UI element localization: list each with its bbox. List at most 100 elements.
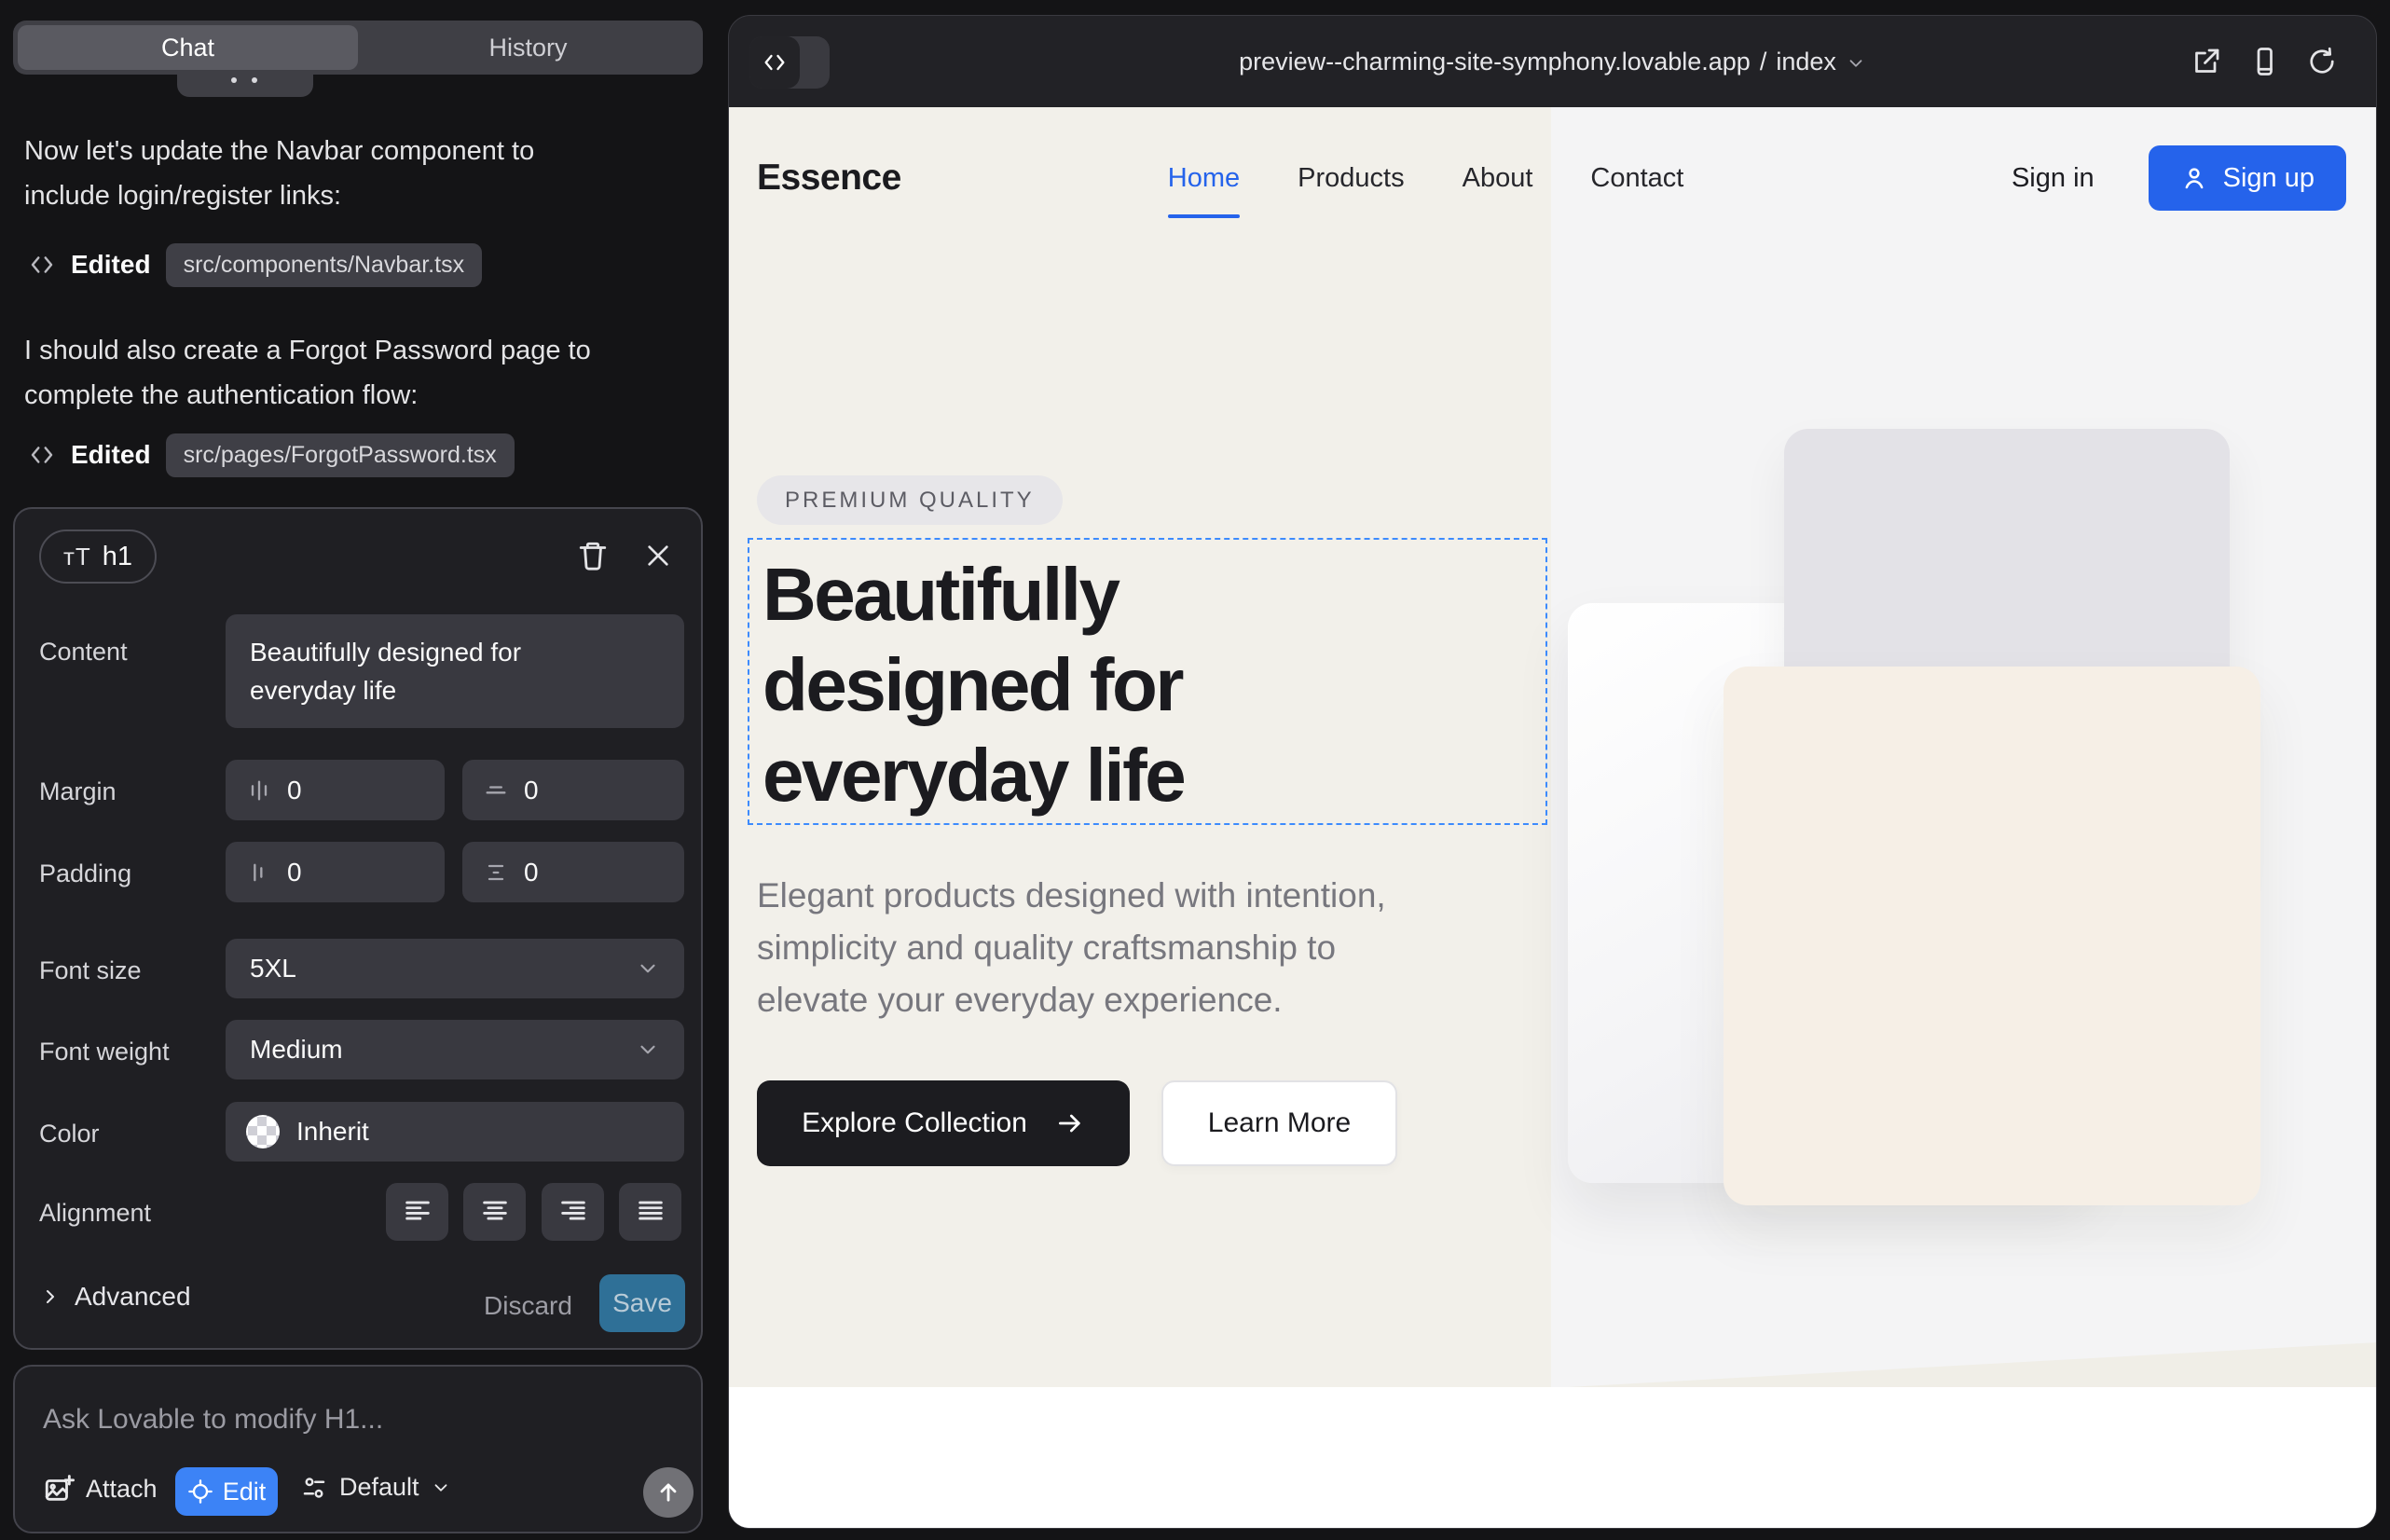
composer-toolbar: Attach Edit Default xyxy=(15,1465,701,1518)
chevron-down-icon xyxy=(636,956,660,981)
padding-x-icon xyxy=(246,859,272,886)
hero-description: Elegant products designed with intention… xyxy=(757,870,1386,1026)
edited-label: Edited xyxy=(71,440,151,470)
site-logo[interactable]: Essence xyxy=(757,158,901,199)
nav-link-products[interactable]: Products xyxy=(1298,163,1404,194)
align-center-button[interactable] xyxy=(463,1183,526,1241)
file-chip[interactable]: src/components/Navbar.tsx xyxy=(166,243,483,287)
preview-url[interactable]: preview--charming-site-symphony.lovable.… xyxy=(1239,48,1751,76)
close-panel-button[interactable] xyxy=(638,535,679,576)
person-icon xyxy=(2180,164,2208,192)
content-input[interactable]: Beautifully designed for everyday life xyxy=(226,614,684,728)
image-plus-icon xyxy=(43,1473,75,1505)
sign-in-link[interactable]: Sign in xyxy=(2012,163,2095,194)
code-icon xyxy=(28,441,56,469)
url-bar: preview--charming-site-symphony.lovable.… xyxy=(729,16,2376,107)
hero-cta-row: Explore Collection Learn More xyxy=(757,1080,1397,1166)
tab-history[interactable]: History xyxy=(358,25,698,70)
site-navbar: Essence Home Products About Contact Sign… xyxy=(757,107,2346,249)
app-root: Chat History Now let's update the Navbar… xyxy=(0,0,2390,1540)
content-label: Content xyxy=(39,638,128,667)
font-weight-select[interactable]: Medium xyxy=(226,1020,684,1079)
edit-mode-button[interactable]: Edit xyxy=(175,1467,278,1516)
chat-message: I should also create a Forgot Password p… xyxy=(24,328,621,418)
preview-browser: preview--charming-site-symphony.lovable.… xyxy=(728,15,2377,1529)
selection-outline: Beautifully designed for everyday life xyxy=(748,538,1547,825)
chat-composer: Ask Lovable to modify H1... Attach Edit … xyxy=(13,1365,703,1533)
margin-y-icon xyxy=(483,777,509,804)
color-label: Color xyxy=(39,1120,100,1148)
nav-link-home[interactable]: Home xyxy=(1168,163,1240,194)
explore-collection-button[interactable]: Explore Collection xyxy=(757,1080,1130,1166)
align-right-icon xyxy=(557,1196,589,1228)
composer-input[interactable]: Ask Lovable to modify H1... xyxy=(43,1404,383,1436)
model-selector[interactable]: Default xyxy=(300,1473,451,1502)
clipped-message-pill xyxy=(177,75,313,97)
site-viewport: Essence Home Products About Contact Sign… xyxy=(729,107,2376,1528)
chevron-down-icon xyxy=(1846,53,1866,74)
padding-y-input[interactable]: 0 xyxy=(462,842,684,902)
align-justify-button[interactable] xyxy=(619,1183,681,1241)
trash-icon xyxy=(577,540,609,571)
align-left-icon xyxy=(402,1196,433,1228)
close-icon xyxy=(643,541,673,571)
hero-badge: PREMIUM QUALITY xyxy=(757,475,1063,525)
edited-file-row: Edited src/components/Navbar.tsx xyxy=(28,241,482,289)
discard-button[interactable]: Discard xyxy=(484,1282,564,1330)
alignment-label: Alignment xyxy=(39,1199,151,1228)
browser-actions xyxy=(2190,45,2339,78)
refresh-button[interactable] xyxy=(2305,45,2339,78)
chevron-down-icon xyxy=(431,1478,451,1498)
align-center-icon xyxy=(479,1196,511,1228)
hero-decor-beige-rect xyxy=(1724,667,2260,1205)
delete-element-button[interactable] xyxy=(572,535,613,576)
sign-up-button[interactable]: Sign up xyxy=(2149,145,2346,211)
code-toggle-segment[interactable] xyxy=(749,36,800,89)
arrow-up-icon xyxy=(655,1479,681,1506)
sliders-icon xyxy=(300,1474,328,1502)
element-tag: h1 xyxy=(103,542,132,572)
selected-element-badge: тT h1 xyxy=(39,529,157,584)
chat-message: Now let's update the Navbar component to… xyxy=(24,129,621,218)
hero-background-wedge xyxy=(1551,1342,2376,1388)
nav-link-contact[interactable]: Contact xyxy=(1590,163,1683,194)
margin-label: Margin xyxy=(39,777,117,806)
font-weight-label: Font weight xyxy=(39,1038,170,1066)
tab-chat[interactable]: Chat xyxy=(18,25,358,70)
crosshair-icon xyxy=(187,1478,213,1505)
route-name[interactable]: index xyxy=(1776,48,1836,76)
padding-x-input[interactable]: 0 xyxy=(226,842,445,902)
chevron-right-icon xyxy=(39,1286,62,1308)
edited-label: Edited xyxy=(71,250,151,280)
mobile-view-button[interactable] xyxy=(2247,45,2281,78)
color-swatch xyxy=(246,1115,280,1148)
open-external-button[interactable] xyxy=(2190,45,2223,78)
hero-heading[interactable]: Beautifully designed for everyday life xyxy=(762,549,1184,820)
padding-y-icon xyxy=(483,859,509,886)
arrow-right-icon xyxy=(1055,1108,1085,1138)
advanced-toggle[interactable]: Advanced xyxy=(39,1282,191,1312)
margin-y-input[interactable]: 0 xyxy=(462,760,684,820)
font-size-label: Font size xyxy=(39,956,142,985)
nav-links: Home Products About Contact xyxy=(1168,163,1684,194)
align-left-button[interactable] xyxy=(386,1183,448,1241)
type-icon: тT xyxy=(63,543,91,571)
learn-more-button[interactable]: Learn More xyxy=(1161,1080,1397,1166)
save-button[interactable]: Save xyxy=(599,1274,685,1332)
code-icon xyxy=(28,251,56,279)
margin-x-input[interactable]: 0 xyxy=(226,760,445,820)
align-right-button[interactable] xyxy=(542,1183,604,1241)
nav-auth-group: Sign in Sign up xyxy=(2012,145,2346,211)
file-chip[interactable]: src/pages/ForgotPassword.tsx xyxy=(166,433,515,477)
send-button[interactable] xyxy=(643,1467,694,1518)
attach-button[interactable]: Attach xyxy=(43,1473,158,1505)
code-icon xyxy=(762,49,788,76)
code-preview-toggle[interactable] xyxy=(749,36,830,89)
font-size-select[interactable]: 5XL xyxy=(226,939,684,998)
nav-link-about[interactable]: About xyxy=(1463,163,1533,194)
align-justify-icon xyxy=(635,1196,666,1228)
chevron-down-icon xyxy=(636,1038,660,1062)
padding-label: Padding xyxy=(39,859,131,888)
margin-x-icon xyxy=(246,777,272,804)
color-input[interactable]: Inherit xyxy=(226,1102,684,1162)
